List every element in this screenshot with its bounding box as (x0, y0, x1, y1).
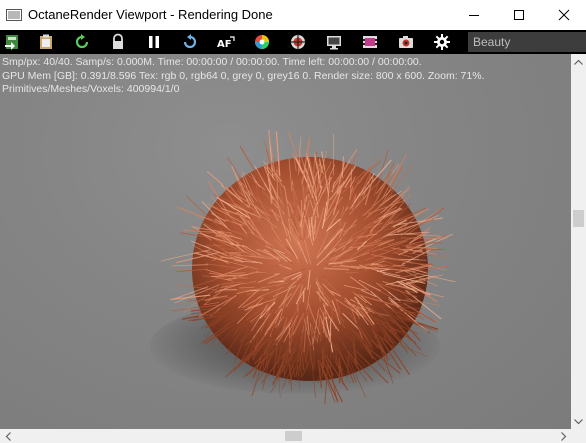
stats-samples-line: Smp/px: 40/40. Samp/s: 0.000M. Time: 00:… (2, 56, 422, 68)
send-scene-button[interactable] (1, 31, 23, 53)
fur-ball-render (161, 129, 456, 405)
scroll-right-button[interactable] (556, 429, 571, 443)
clipboard-icon (40, 34, 52, 49)
maximize-button[interactable] (496, 0, 541, 30)
scroll-down-button[interactable] (571, 414, 586, 429)
refresh-icon (183, 34, 197, 49)
minimize-icon (468, 15, 479, 16)
camera-icon (399, 36, 413, 48)
pause-button[interactable] (143, 31, 165, 53)
scroll-up-button[interactable] (571, 54, 586, 69)
pause-icon (149, 36, 159, 48)
title-bar[interactable]: OctaneRender Viewport - Rendering Done (0, 0, 586, 30)
camera-button[interactable] (395, 31, 417, 53)
color-picker-icon (255, 35, 269, 49)
render-stats: Smp/px: 40/40. Samp/s: 0.000M. Time: 00:… (2, 56, 484, 97)
monitor-button[interactable] (323, 31, 345, 53)
maximize-icon (513, 10, 524, 20)
film-region-button[interactable] (359, 31, 381, 53)
close-button[interactable] (541, 0, 586, 30)
settings-icon (434, 34, 450, 50)
minimize-button[interactable] (451, 0, 496, 30)
send-scene-icon (5, 35, 18, 50)
autofocus-button[interactable]: AF (215, 31, 237, 53)
app-icon (6, 9, 22, 21)
render-viewport[interactable]: Smp/px: 40/40. Samp/s: 0.000M. Time: 00:… (0, 54, 571, 429)
settings-button[interactable] (431, 31, 453, 53)
scroll-left-button[interactable] (0, 429, 15, 443)
material-picker-icon (290, 34, 306, 50)
lock-icon (113, 33, 123, 49)
autofocus-icon: AF (217, 36, 235, 50)
color-picker-button[interactable] (251, 31, 273, 53)
vertical-scrollbar[interactable] (571, 54, 586, 429)
restart-render-button[interactable] (71, 31, 93, 53)
lock-button[interactable] (107, 31, 129, 53)
vertical-scroll-thumb[interactable] (573, 210, 584, 227)
chevron-down-icon (574, 418, 583, 424)
stats-geometry-line: Primitives/Meshes/Voxels: 400994/1/0 (2, 83, 180, 95)
clipboard-button[interactable] (35, 31, 57, 53)
toolbar: AF Beauty (0, 30, 586, 54)
render-pass-select[interactable]: Beauty (468, 32, 586, 52)
chevron-right-icon (560, 431, 566, 441)
material-picker-button[interactable] (287, 31, 309, 53)
window-title: OctaneRender Viewport - Rendering Done (28, 7, 273, 22)
horizontal-scroll-thumb[interactable] (285, 431, 302, 441)
film-region-icon (363, 36, 377, 48)
chevron-up-icon (574, 59, 583, 65)
refresh-button[interactable] (179, 31, 201, 53)
close-icon (558, 9, 569, 21)
chevron-left-icon (5, 431, 11, 441)
scrollbar-corner (571, 429, 586, 443)
stats-memory-line: GPU Mem [GB]: 0.391/8.596 Tex: rgb 0, rg… (2, 69, 485, 82)
svg-text:AF: AF (217, 39, 232, 50)
monitor-icon (327, 36, 341, 50)
restart-render-icon (75, 34, 89, 49)
